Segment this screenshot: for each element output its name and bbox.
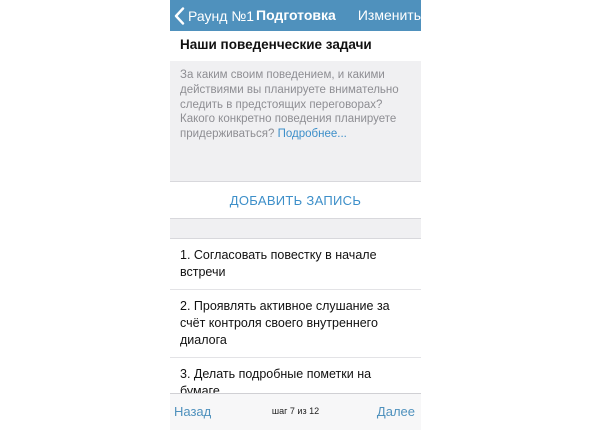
list-item[interactable]: 2. Проявлять активное слушание за счёт к…: [170, 290, 421, 358]
chevron-left-icon: [174, 7, 185, 25]
list-item[interactable]: 1. Согласовать повестку в начале встречи: [170, 239, 421, 290]
records-list: 1. Согласовать повестку в начале встречи…: [170, 239, 421, 409]
app-screen: Раунд №1 Подготовка Изменить Наши поведе…: [170, 0, 421, 430]
back-button-label: Раунд №1: [188, 8, 255, 24]
section-description: За каким своим поведением, и какими дейс…: [170, 61, 421, 181]
add-record-button[interactable]: ДОБАВИТЬ ЗАПИСЬ: [170, 181, 421, 219]
page-title: Подготовка: [256, 7, 336, 23]
section-title: Наши поведенческие задачи: [180, 37, 372, 52]
back-button[interactable]: Раунд №1: [174, 5, 254, 27]
add-record-label: ДОБАВИТЬ ЗАПИСЬ: [229, 192, 362, 208]
more-link[interactable]: Подробнее...: [278, 128, 347, 140]
section-spacer: [170, 219, 421, 239]
bottom-toolbar: Назад шаг 7 из 12 Далее: [170, 393, 421, 430]
content-area: Наши поведенческие задачи За каким своим…: [170, 31, 421, 409]
edit-button[interactable]: Изменить: [358, 7, 421, 23]
section-header: Наши поведенческие задачи: [170, 31, 421, 61]
next-step-button[interactable]: Далее: [377, 404, 415, 419]
navigation-bar: Раунд №1 Подготовка Изменить: [170, 0, 421, 31]
